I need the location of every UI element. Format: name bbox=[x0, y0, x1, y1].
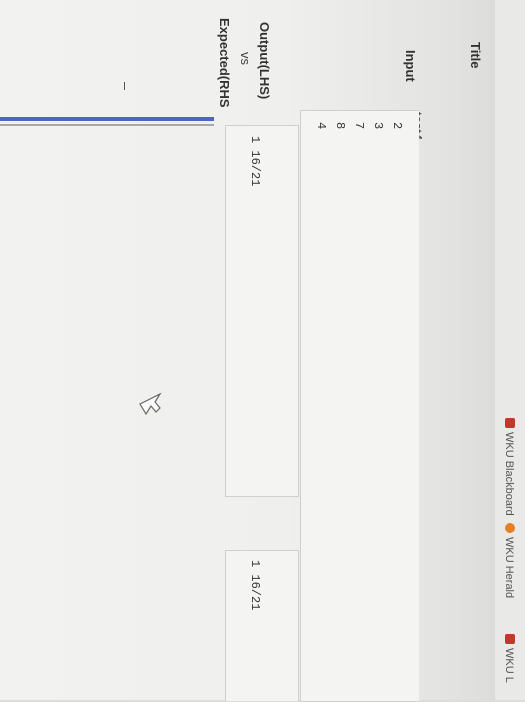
title-label: Title bbox=[468, 42, 483, 69]
expected-label: Expected(RHS bbox=[217, 18, 232, 108]
output-lhs-panel[interactable] bbox=[225, 125, 299, 497]
input-line: 4 bbox=[314, 122, 328, 130]
expected-rhs-value: 1 16/21 bbox=[248, 560, 262, 611]
bookmarks-bar: WKU Blackboard WKU Herald WKU L bbox=[495, 0, 525, 700]
output-label: Output(LHS) bbox=[257, 22, 272, 100]
blackboard-icon[interactable] bbox=[505, 418, 515, 428]
screen: WKU Blackboard WKU Herald WKU L Title te… bbox=[0, 0, 525, 702]
input-line: 7 bbox=[352, 122, 366, 130]
input-line: 3 bbox=[371, 122, 385, 130]
vs-label: vs bbox=[238, 52, 253, 65]
bookmark-blackboard[interactable]: WKU Blackboard bbox=[503, 432, 515, 516]
mouse-pointer-icon bbox=[139, 392, 162, 416]
input-line: 2 bbox=[390, 122, 404, 130]
expected-rhs-panel[interactable] bbox=[225, 550, 299, 701]
bookmark-herald[interactable]: WKU Herald bbox=[503, 537, 515, 598]
output-lhs-value: 1 16/21 bbox=[248, 136, 262, 187]
wku-icon[interactable] bbox=[505, 634, 515, 644]
output-divider bbox=[0, 124, 214, 126]
bookmark-wku[interactable]: WKU L bbox=[503, 648, 515, 683]
herald-icon[interactable] bbox=[505, 523, 515, 533]
input-textarea[interactable] bbox=[300, 110, 419, 702]
input-label: Input bbox=[403, 50, 418, 82]
input-line: 8 bbox=[333, 122, 347, 130]
text-cursor-mark bbox=[124, 82, 125, 90]
input-lines: 2 3 7 8 4 bbox=[314, 122, 404, 142]
output-active-indicator bbox=[0, 117, 214, 121]
